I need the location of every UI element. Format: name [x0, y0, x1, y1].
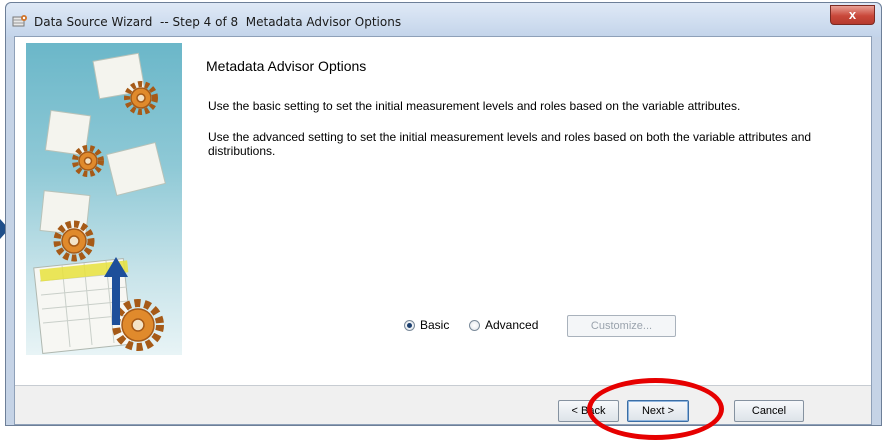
basic-radio-label[interactable]: Basic: [420, 318, 449, 332]
illustration-graphic: [33, 52, 166, 355]
advanced-description: Use the advanced setting to set the init…: [208, 130, 812, 158]
wizard-window: Data Source Wizard -- Step 4 of 8 Metada…: [5, 2, 882, 426]
wizard-side-illustration: [26, 43, 182, 355]
advanced-radio-label[interactable]: Advanced: [485, 318, 538, 332]
next-button-highlight-circle: [587, 378, 724, 440]
advanced-radio[interactable]: [469, 320, 480, 331]
button-bar: < Back Next > Cancel: [15, 386, 871, 424]
basic-description: Use the basic setting to set the initial…: [208, 99, 741, 113]
title-bar[interactable]: Data Source Wizard -- Step 4 of 8 Metada…: [6, 3, 881, 37]
close-icon: x: [848, 7, 857, 22]
basic-radio[interactable]: [404, 320, 415, 331]
wizard-body: Metadata Advisor Options Use the basic s…: [14, 36, 872, 425]
customize-button[interactable]: Customize...: [567, 315, 676, 337]
close-button[interactable]: x: [830, 5, 875, 25]
app-wizard-icon: [12, 15, 27, 27]
page-heading: Metadata Advisor Options: [206, 58, 367, 74]
cancel-button[interactable]: Cancel: [734, 400, 804, 422]
window-title: Data Source Wizard -- Step 4 of 8 Metada…: [34, 15, 402, 29]
